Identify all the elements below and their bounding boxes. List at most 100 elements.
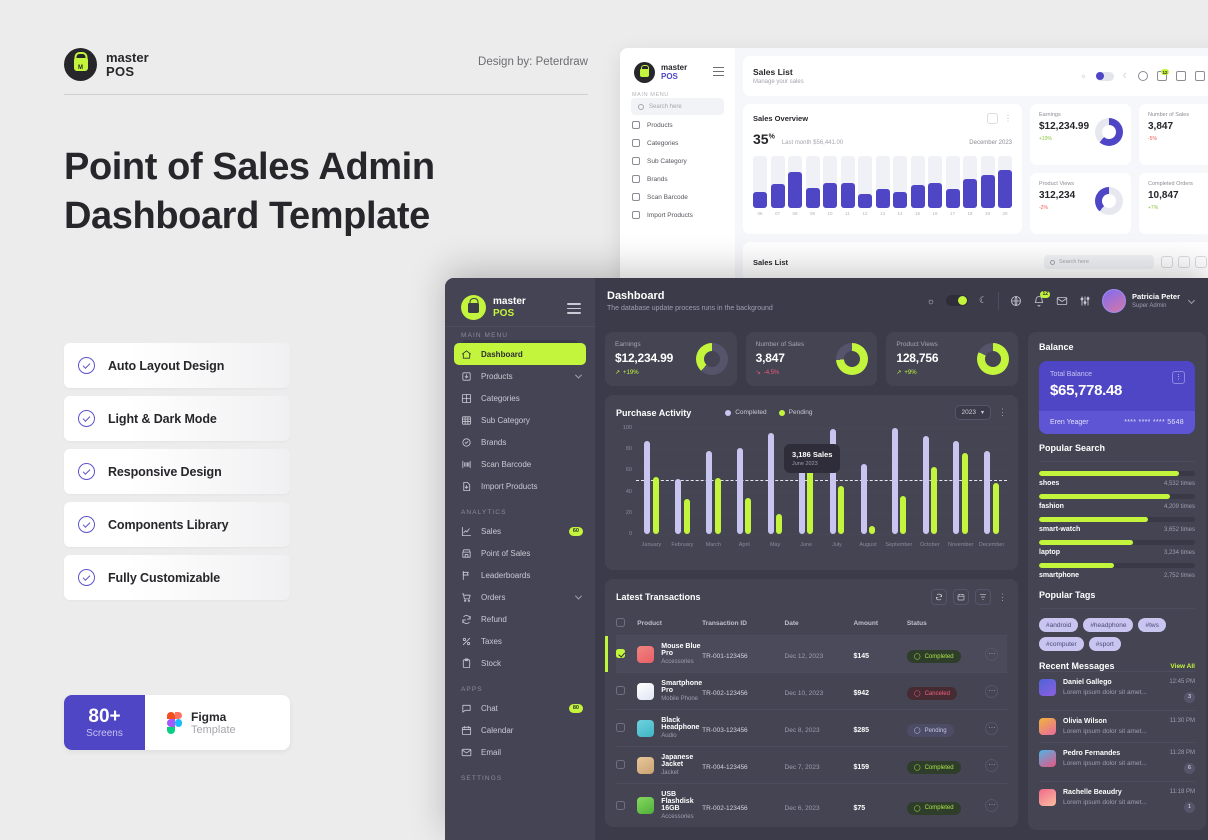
chart-bar-completed[interactable]: [706, 451, 713, 534]
sidebar-item-taxes[interactable]: Taxes: [454, 630, 586, 652]
table-row[interactable]: Black Headphone Audio TR-003-123456 Dec 8, …: [616, 709, 1007, 747]
refresh-icon[interactable]: [1161, 256, 1173, 268]
sidebar-item-brands[interactable]: Brands: [620, 170, 735, 188]
chart-bar-pending[interactable]: [714, 477, 721, 534]
chart-bar-completed[interactable]: [922, 436, 929, 534]
table-row[interactable]: USB Flashdisk 16GB Accessories TR-002-1234…: [616, 783, 1007, 827]
theme-toggle[interactable]: [945, 295, 968, 306]
sliders-icon[interactable]: [1079, 295, 1091, 307]
row-checkbox[interactable]: [616, 686, 625, 695]
kebab-icon[interactable]: ⋮: [998, 408, 1007, 417]
tag-chip[interactable]: #computer: [1039, 637, 1084, 651]
sidebar-item-import-products[interactable]: Import Products: [454, 475, 586, 497]
list-item[interactable]: Pedro Fernandes Lorem ipsum dolor sit ame…: [1039, 742, 1195, 781]
table-row[interactable]: Smartphone Pro Mobile Phone TR-002-123456 D…: [616, 672, 1007, 710]
row-actions-button[interactable]: ⋯: [985, 758, 999, 772]
row-actions-button[interactable]: ⋯: [985, 799, 999, 812]
tag-chip[interactable]: #tws: [1138, 618, 1166, 632]
sidebar-item-brands[interactable]: Brands: [454, 431, 586, 453]
calendar-icon[interactable]: [1178, 256, 1190, 268]
sidebar-item-categories[interactable]: Categories: [620, 134, 735, 152]
user-menu[interactable]: Patricia Peter Super Admin: [1102, 288, 1196, 313]
year-select[interactable]: 2023 ▾: [954, 405, 991, 420]
sidebar-item-stock[interactable]: Stock: [454, 652, 586, 674]
chart-bar-pending[interactable]: [807, 468, 814, 534]
chart-bar-completed[interactable]: [644, 440, 651, 534]
row-checkbox[interactable]: [616, 723, 625, 732]
sidebar-item-calendar[interactable]: Calendar: [454, 719, 586, 741]
chart-bar-completed[interactable]: [736, 448, 743, 534]
x-tick-label: April: [738, 542, 750, 548]
refresh-icon[interactable]: [931, 589, 947, 605]
chart-bar-pending[interactable]: [869, 525, 876, 534]
chart-bar-pending[interactable]: [838, 486, 845, 534]
chart-bar-pending[interactable]: [683, 499, 690, 534]
sidebar-item-import-products[interactable]: Import Products: [620, 206, 735, 224]
row-actions-button[interactable]: ⋯: [985, 647, 999, 661]
chart-bar-completed[interactable]: [984, 451, 991, 534]
globe-icon[interactable]: [1010, 295, 1022, 307]
sidebar-item-point-of-sales[interactable]: Point of Sales: [454, 542, 586, 564]
list-item[interactable]: Rachelle Beaudry Lorem ipsum dolor sit am…: [1039, 781, 1195, 820]
sidebar-item-products[interactable]: Products: [454, 365, 586, 387]
bell-icon[interactable]: 12: [1033, 290, 1051, 307]
sidebar-item-email[interactable]: Email: [454, 741, 586, 763]
search-input[interactable]: Search here: [1044, 255, 1154, 269]
view-all-link[interactable]: View All: [1170, 663, 1195, 670]
filter-icon[interactable]: [1195, 256, 1207, 268]
mail-icon[interactable]: [1056, 295, 1068, 307]
calendar-icon[interactable]: [987, 113, 998, 124]
tag-chip[interactable]: #headphone: [1083, 618, 1134, 632]
sidebar-item-refund[interactable]: Refund: [454, 608, 586, 630]
kebab-icon[interactable]: ⋮: [1172, 371, 1185, 384]
bell-icon[interactable]: 12: [1157, 69, 1169, 81]
sidebar-item-scan-barcode[interactable]: Scan Barcode: [454, 453, 586, 475]
mail-icon[interactable]: [1176, 71, 1186, 81]
sidebar-item-scan-barcode[interactable]: Scan Barcode: [620, 188, 735, 206]
sidebar-item-products[interactable]: Products: [620, 116, 735, 134]
select-all-checkbox[interactable]: [616, 618, 625, 627]
chart-bar-completed[interactable]: [860, 464, 867, 534]
chart-bar-pending[interactable]: [900, 495, 907, 534]
chart-bar-completed[interactable]: [767, 433, 774, 534]
chart-bar-completed[interactable]: [675, 478, 682, 534]
chart-bar-pending[interactable]: [652, 476, 659, 534]
chart-bar-pending[interactable]: [961, 453, 968, 534]
theme-toggle[interactable]: [1095, 71, 1114, 81]
chart-bar-pending[interactable]: [992, 483, 999, 534]
sidebar-item-leaderboards[interactable]: Leaderboards: [454, 564, 586, 586]
calendar-icon[interactable]: [953, 589, 969, 605]
sidebar-item-sub-category[interactable]: Sub Category: [454, 409, 586, 431]
sidebar-item-sales[interactable]: Sales 60: [454, 520, 586, 542]
kebab-icon[interactable]: ⋮: [1004, 114, 1012, 123]
sidebar-item-categories[interactable]: Categories: [454, 387, 586, 409]
hamburger-icon[interactable]: [713, 67, 724, 79]
sidebar-item-sub-category[interactable]: Sub Category: [620, 152, 735, 170]
table-row[interactable]: Japanese Jacket Jacket TR-004-123456 Dec 7,…: [616, 746, 1007, 784]
chart-bar-pending[interactable]: [776, 513, 783, 534]
sidebar-item-chat[interactable]: Chat 80: [454, 697, 586, 719]
row-checkbox[interactable]: [616, 760, 625, 769]
check-circle-icon: [64, 463, 108, 480]
list-item[interactable]: Daniel Gallego Lorem ipsum dolor sit amet…: [1039, 671, 1195, 710]
sidebar-item-dashboard[interactable]: Dashboard: [454, 343, 586, 365]
filter-icon[interactable]: [975, 589, 991, 605]
search-input[interactable]: Search here: [631, 98, 724, 115]
sidebar-item-orders[interactable]: Orders: [454, 586, 586, 608]
table-row[interactable]: Mouse Blue Pro Accessories TR-001-123456 De…: [604, 635, 1007, 673]
globe-icon[interactable]: [1138, 71, 1148, 81]
row-actions-button[interactable]: ⋯: [985, 721, 999, 735]
row-checkbox[interactable]: [616, 800, 625, 810]
tag-chip[interactable]: #android: [1039, 618, 1079, 632]
chart-bar-pending[interactable]: [931, 467, 937, 534]
sliders-icon[interactable]: [1195, 71, 1205, 81]
chart-bar-pending[interactable]: [745, 497, 752, 534]
row-actions-button[interactable]: ⋯: [985, 684, 999, 698]
chart-bar-completed[interactable]: [953, 440, 960, 534]
list-item[interactable]: Olivia Wilson Lorem ipsum dolor sit amet.…: [1039, 710, 1195, 742]
chart-bar-completed[interactable]: [891, 428, 898, 534]
kebab-icon[interactable]: ⋮: [998, 592, 1007, 602]
tag-chip[interactable]: #sport: [1088, 637, 1121, 651]
row-checkbox[interactable]: [616, 649, 625, 658]
hamburger-icon[interactable]: [567, 303, 581, 317]
